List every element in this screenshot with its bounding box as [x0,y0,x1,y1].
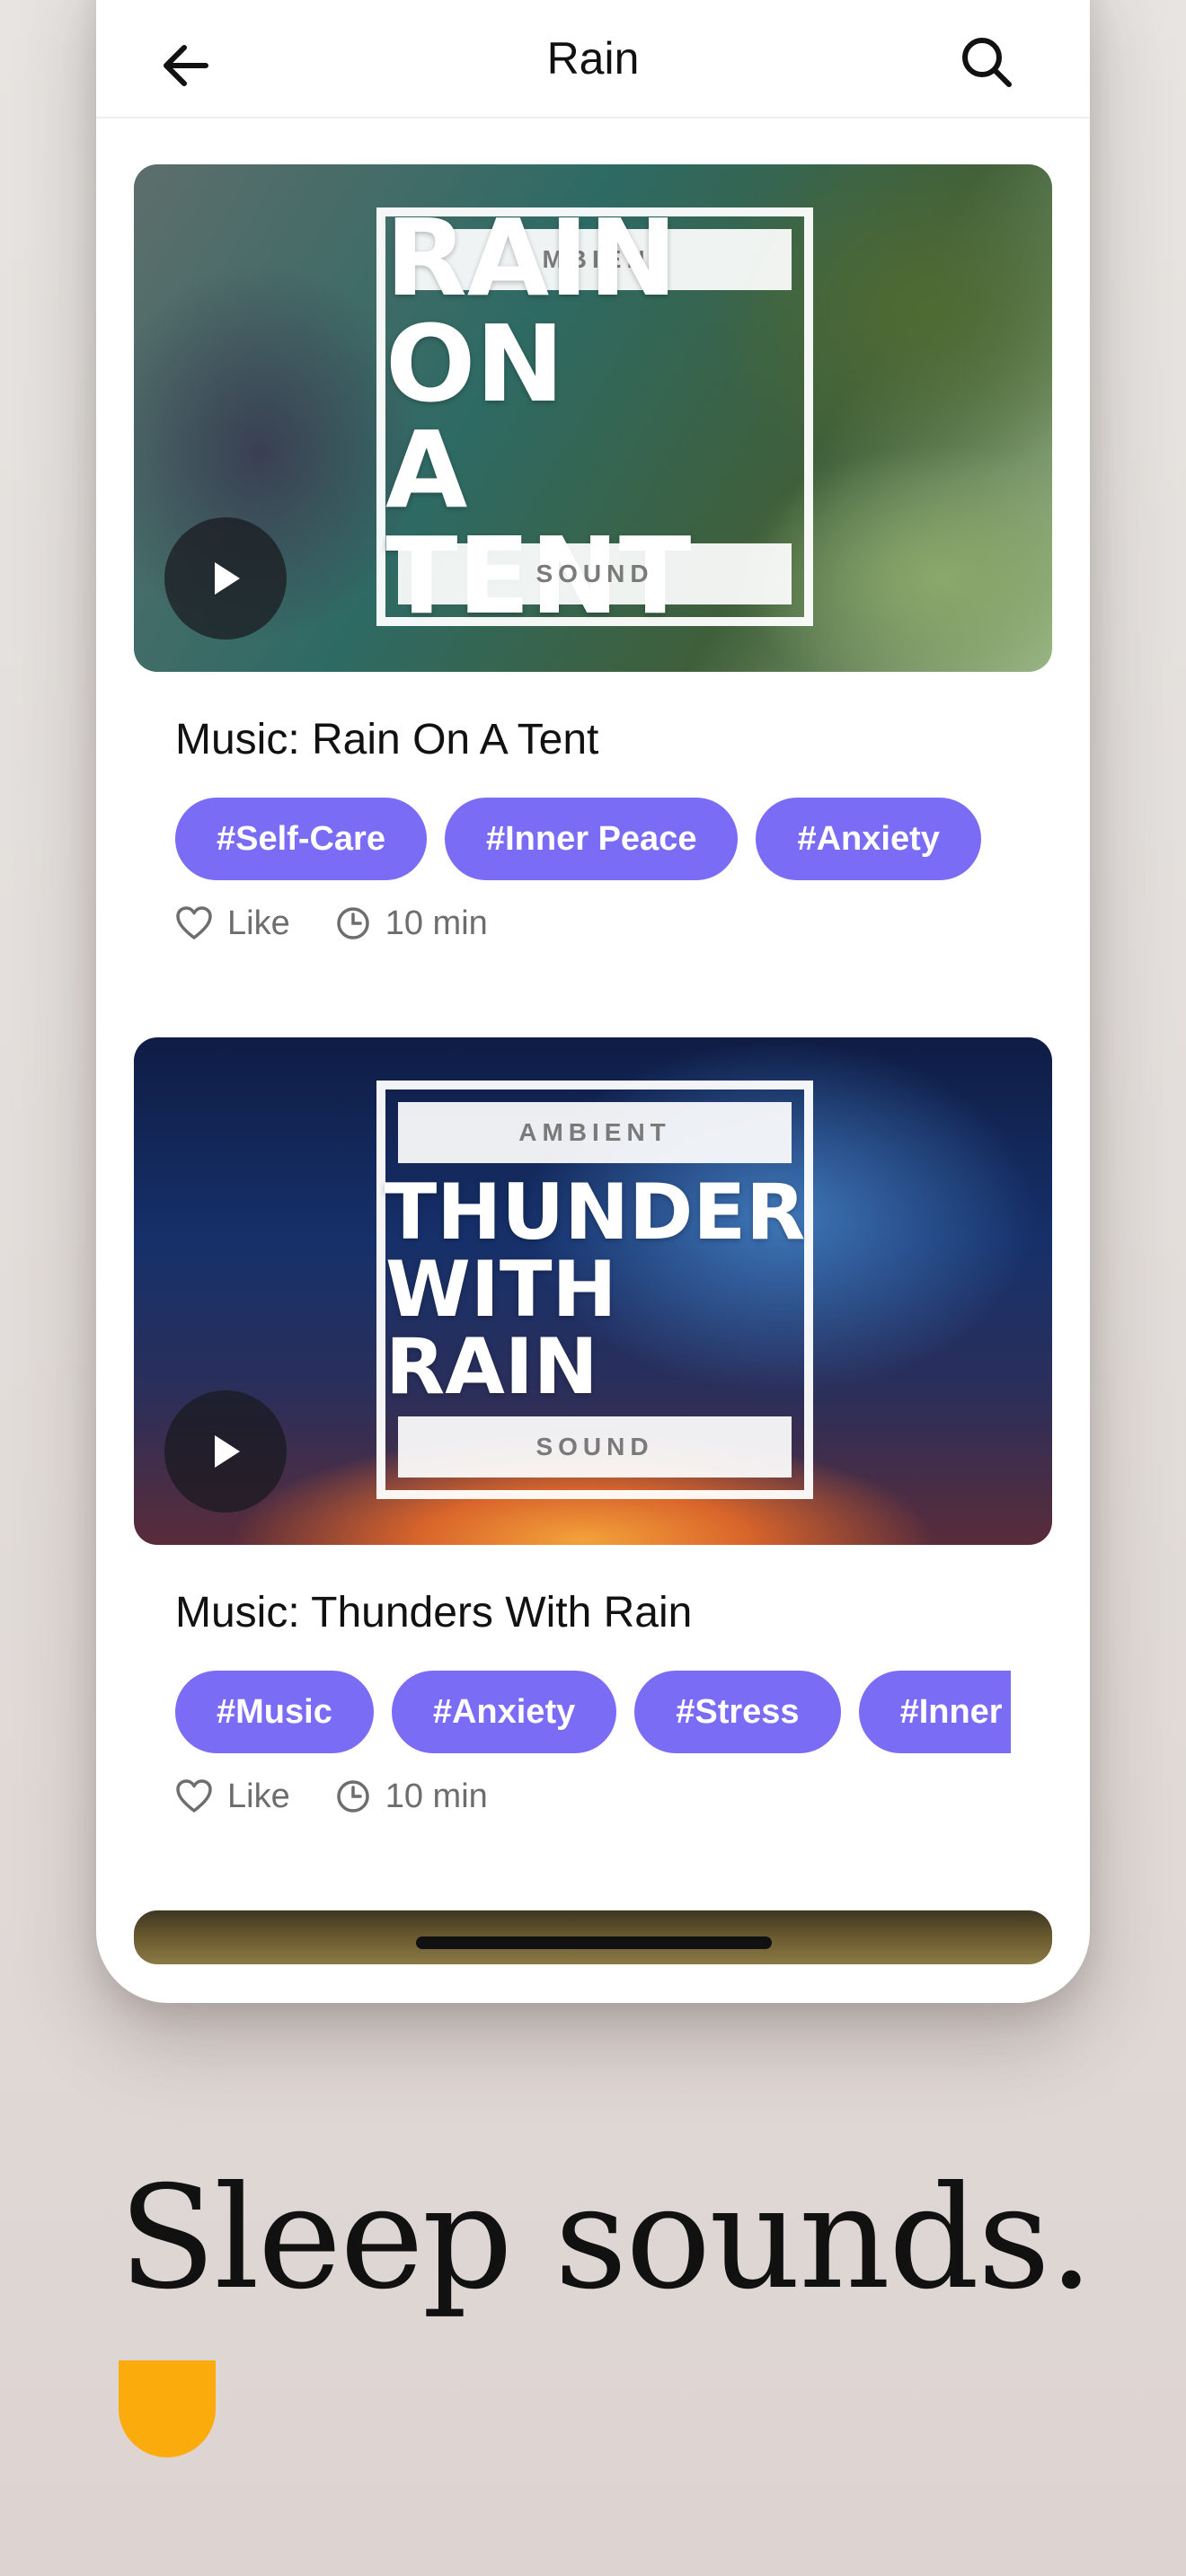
cover-frame: AMBIENT THUNDER WITH RAIN SOUND [376,1081,813,1499]
card-meta: Like 10 min [175,900,1052,947]
card-title[interactable]: Music: Rain On A Tent [175,713,1052,767]
cover-bottom-band: SOUND [398,543,792,604]
clock-icon [336,1780,369,1813]
play-icon [215,1435,240,1468]
clock-icon [336,907,369,940]
cover-image[interactable]: AMBIENT RAIN ON A TENT SOUND [134,164,1052,672]
tag-list: #Music#Anxiety#Stress#Inner Peace [175,1671,1011,1753]
like-label: Like [227,904,290,942]
play-icon [215,562,240,595]
play-button[interactable] [164,1390,287,1513]
duration: 10 min [335,904,488,943]
heart-icon [176,1779,212,1813]
duration: 10 min [335,1778,488,1816]
cover-title-line: THUNDER [384,1168,806,1257]
tag-chip[interactable]: #Inner Peace [444,798,739,880]
tag-chip[interactable]: #Music [175,1671,374,1753]
tag-chip[interactable]: #Self-Care [175,798,427,880]
top-bar: Rain [96,0,1090,119]
cover-title: THUNDER WITH RAIN [385,1174,806,1406]
cover-top-band: AMBIENT [398,1102,792,1163]
card-title[interactable]: Music: Thunders With Rain [175,1586,1052,1640]
home-indicator [416,1936,772,1949]
cover-title: RAIN ON A TENT [385,205,804,629]
like-button[interactable]: Like [175,904,290,943]
duration-label: 10 min [385,904,488,942]
like-label: Like [227,1777,290,1815]
tag-chip[interactable]: #Anxiety [391,1671,617,1753]
sound-card[interactable]: AMBIENT THUNDER WITH RAIN SOUND Music: T… [134,1037,1052,1820]
cover-title-line: WITH RAIN [385,1245,617,1412]
card-meta: Like 10 min [175,1773,1052,1820]
tag-chip[interactable]: #Inner Peace [858,1671,1011,1753]
tag-list: #Self-Care #Inner Peace #Anxiety [175,798,1011,880]
cover-bottom-band: SOUND [398,1416,792,1478]
marketing-tagline: Sleep sounds. [119,2156,1093,2321]
play-button[interactable] [164,517,287,640]
logo-mark-icon [119,2360,216,2457]
page-title: Rain [546,33,640,84]
sound-card[interactable]: AMBIENT RAIN ON A TENT SOUND Music: Rain… [134,164,1052,947]
cover-title-line: RAIN ON [385,196,677,426]
search-button[interactable] [955,31,1018,93]
cover-image[interactable]: AMBIENT THUNDER WITH RAIN SOUND [134,1037,1052,1545]
cover-frame: AMBIENT RAIN ON A TENT SOUND [376,205,813,629]
duration-label: 10 min [385,1777,488,1815]
search-icon [962,38,1012,87]
tag-chip[interactable]: #Anxiety [756,798,981,880]
heart-icon [176,906,212,940]
phone-frame: Rain AMBIENT RAIN ON A TENT SOUND [96,0,1090,2003]
tag-chip[interactable]: #Stress [634,1671,841,1753]
like-button[interactable]: Like [175,1778,290,1816]
